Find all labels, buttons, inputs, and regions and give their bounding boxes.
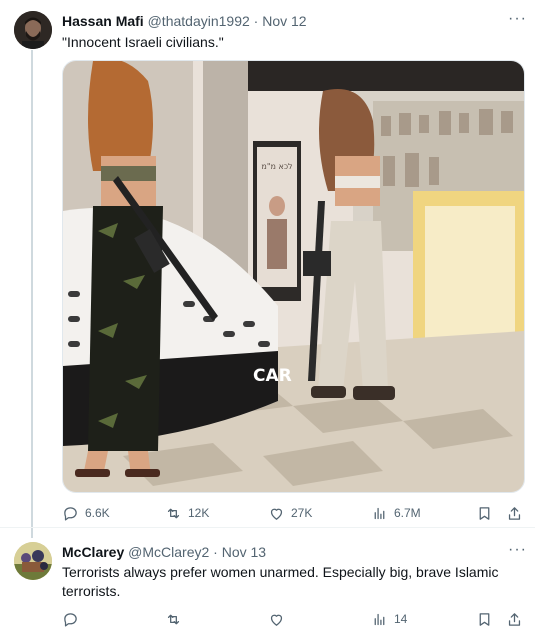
like-button[interactable] xyxy=(268,607,291,631)
avatar-image xyxy=(14,11,52,49)
photo-image: לכא מ"מ CAR xyxy=(63,61,524,492)
share-button[interactable] xyxy=(506,501,529,525)
tweet-text-line: terrorists. xyxy=(62,583,121,599)
share-icon xyxy=(508,506,521,520)
avatar[interactable] xyxy=(14,11,52,49)
views-icon xyxy=(374,507,385,519)
bookmark-button[interactable] xyxy=(476,501,499,525)
repost-icon xyxy=(167,508,180,518)
thread-connector-line xyxy=(31,50,33,538)
tweet-date[interactable]: Nov 12 xyxy=(262,13,306,29)
tweet-actions: 6.6K 12K 27K 6.7M xyxy=(62,501,532,525)
more-options-icon[interactable]: ··· xyxy=(508,541,527,559)
like-count: 27K xyxy=(291,506,313,520)
bookmark-icon xyxy=(479,612,490,626)
tweet-actions: 14 xyxy=(62,607,532,631)
reply-button[interactable]: 6.6K xyxy=(62,501,110,525)
author-handle[interactable]: @thatdayin1992 xyxy=(148,13,250,29)
avatar-image xyxy=(14,542,52,580)
tweet-header: McClarey @McClarey2 · Nov 13 xyxy=(62,544,266,560)
more-options-icon[interactable]: ··· xyxy=(508,10,527,28)
tweet-text: Terrorists always prefer women unarmed. … xyxy=(62,563,522,601)
bookmark-button[interactable] xyxy=(476,607,499,631)
like-icon xyxy=(270,508,283,520)
poster-text: לכא מ"מ xyxy=(261,162,292,171)
views-count: 14 xyxy=(394,612,408,626)
like-icon xyxy=(270,614,283,626)
tweet-text: "Innocent Israeli civilians." xyxy=(62,34,224,50)
tweet-photo[interactable]: לכא מ"מ CAR xyxy=(62,60,525,493)
author-name[interactable]: McClarey xyxy=(62,544,124,560)
author-handle[interactable]: @McClarey2 xyxy=(128,544,209,560)
reply-count: 6.6K xyxy=(85,506,110,520)
share-icon xyxy=(508,612,521,626)
repost-count: 12K xyxy=(188,506,210,520)
views-icon xyxy=(374,613,385,625)
tweet-divider xyxy=(0,527,535,528)
store-sign: CAR xyxy=(253,366,292,386)
repost-button[interactable]: 12K xyxy=(165,501,209,525)
tweet-date[interactable]: Nov 13 xyxy=(222,544,266,560)
views-button[interactable]: 14 xyxy=(371,607,407,631)
bookmark-icon xyxy=(479,506,490,520)
tweet-header: Hassan Mafi @thatdayin1992 · Nov 12 xyxy=(62,13,307,29)
views-count: 6.7M xyxy=(394,506,421,520)
reply-button[interactable] xyxy=(62,607,85,631)
separator-dot: · xyxy=(213,544,218,560)
repost-button[interactable] xyxy=(165,607,188,631)
tweet-text-line: Terrorists always prefer women unarmed. … xyxy=(62,564,499,580)
separator-dot: · xyxy=(253,13,259,29)
reply-icon xyxy=(64,506,77,521)
avatar[interactable] xyxy=(14,542,52,580)
share-button[interactable] xyxy=(506,607,529,631)
like-button[interactable]: 27K xyxy=(268,501,312,525)
views-button[interactable]: 6.7M xyxy=(371,501,421,525)
repost-icon xyxy=(167,614,180,624)
reply-icon xyxy=(64,612,77,627)
author-name[interactable]: Hassan Mafi xyxy=(62,13,144,29)
